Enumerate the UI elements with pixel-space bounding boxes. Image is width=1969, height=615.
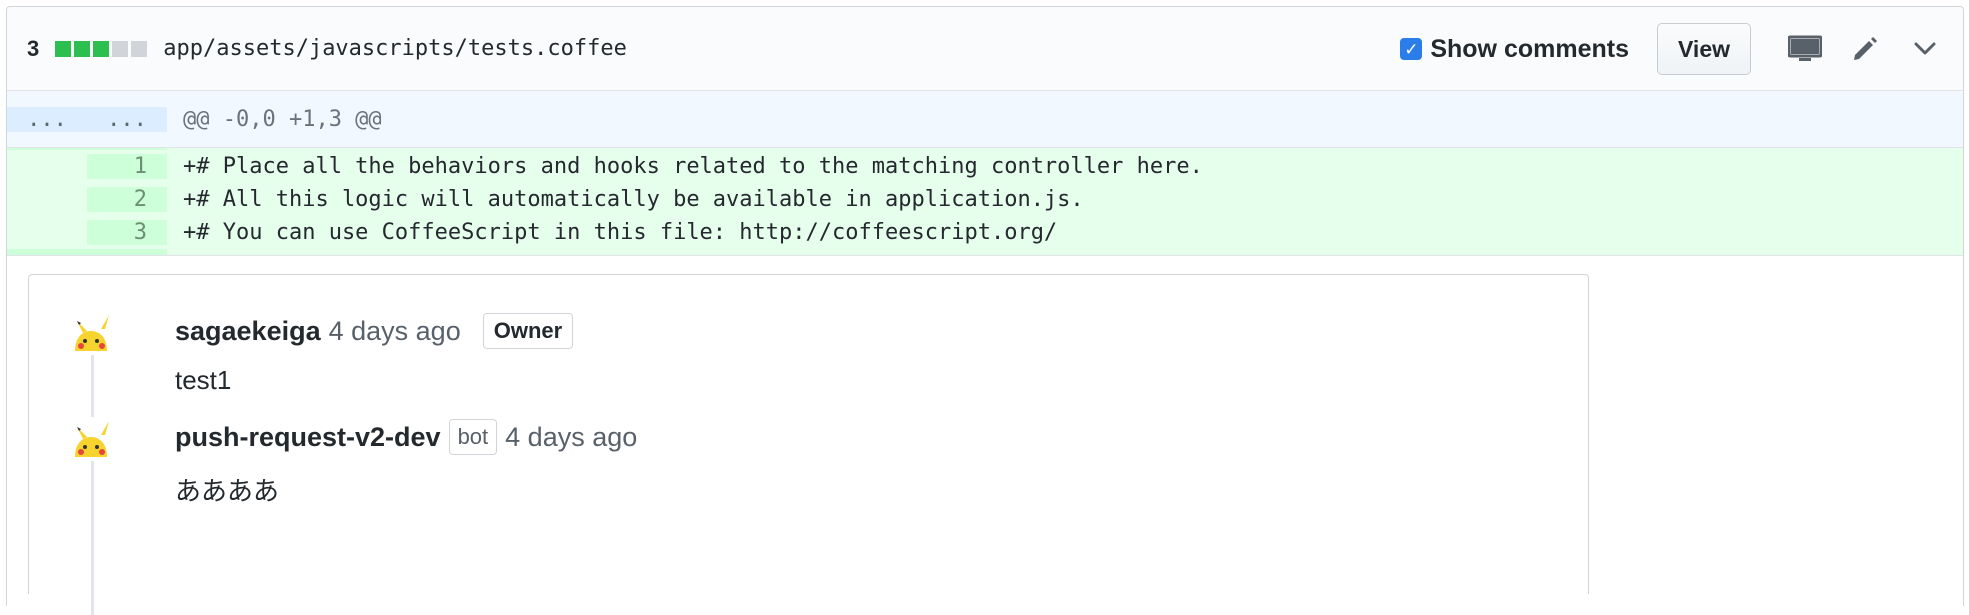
- comment-meta: sagaekeiga 4 days ago Owner: [175, 311, 574, 351]
- diff-line-code: +# All this logic will automatically be …: [183, 187, 1084, 212]
- diff-line: 1 +# Place all the behaviors and hooks r…: [7, 150, 1963, 183]
- avatar[interactable]: [69, 417, 113, 461]
- chevron-down-icon[interactable]: [1895, 19, 1955, 79]
- diff-line-code: +# Place all the behaviors and hooks rel…: [183, 154, 1203, 179]
- file-path[interactable]: app/assets/javascripts/tests.coffee: [163, 36, 627, 61]
- diffstat-bar: [55, 40, 148, 57]
- diffstat-block-added: [74, 40, 91, 57]
- new-line-number[interactable]: 1: [87, 154, 167, 179]
- comment-timestamp[interactable]: 4 days ago: [505, 422, 637, 453]
- diffstat-block-added: [55, 40, 72, 57]
- comment-body: sagaekeiga 4 days ago Owner test1: [175, 311, 574, 396]
- diff-line: 2 +# All this logic will automatically b…: [7, 183, 1963, 216]
- diff-line-code: +# You can use CoffeeScript in this file…: [183, 220, 1058, 245]
- new-line-number[interactable]: 3: [87, 220, 167, 245]
- file-actions: ✓ Show comments View: [1400, 7, 1963, 91]
- hunk-old-expander[interactable]: ...: [7, 106, 87, 132]
- diff-line: 3 +# You can use CoffeeScript in this fi…: [7, 216, 1963, 249]
- diffstat-block-neutral: [131, 40, 148, 57]
- comment-timestamp[interactable]: 4 days ago: [329, 316, 461, 347]
- show-comments-checkbox[interactable]: ✓: [1400, 38, 1423, 60]
- comment-text: ああああ: [175, 476, 280, 506]
- show-comments-label: Show comments: [1430, 34, 1629, 63]
- comment-thread: sagaekeiga 4 days ago Owner test1 push-r…: [28, 274, 1589, 615]
- hunk-header: @@ -0,0 +1,3 @@: [167, 106, 1963, 132]
- comment-meta: push-request-v2-dev bot 4 days ago: [175, 417, 637, 457]
- owner-badge: Owner: [482, 313, 574, 349]
- hunk-new-expander[interactable]: ...: [87, 106, 167, 132]
- view-button[interactable]: View: [1657, 23, 1751, 75]
- avatar[interactable]: [69, 311, 113, 355]
- comment-author[interactable]: push-request-v2-dev: [175, 422, 441, 453]
- thread-timeline: [91, 355, 94, 615]
- new-line-number[interactable]: 2: [87, 187, 167, 212]
- hunk-header-row: ... ... @@ -0,0 +1,3 @@: [7, 91, 1963, 147]
- show-comments-toggle[interactable]: ✓ Show comments: [1400, 35, 1629, 64]
- diffstat-block-neutral: [112, 40, 129, 57]
- bot-badge: bot: [448, 419, 498, 455]
- comment-text: test1: [175, 365, 232, 395]
- pencil-icon[interactable]: [1835, 19, 1895, 79]
- file-diff: 3 app/assets/javascripts/tests.coffee ✓ …: [6, 6, 1964, 615]
- desktop-icon[interactable]: [1775, 19, 1835, 79]
- file-header: 3 app/assets/javascripts/tests.coffee ✓ …: [7, 7, 1963, 91]
- comment-body: push-request-v2-dev bot 4 days ago ああああ: [175, 417, 637, 508]
- comment-author[interactable]: sagaekeiga: [175, 316, 321, 347]
- diff-change-count: 3: [27, 35, 40, 61]
- inline-comments-area: sagaekeiga 4 days ago Owner test1 push-r…: [7, 256, 1963, 615]
- diff-table: ... ... @@ -0,0 +1,3 @@ 1 +# Place all t…: [7, 91, 1963, 256]
- diffstat-block-added: [93, 40, 110, 57]
